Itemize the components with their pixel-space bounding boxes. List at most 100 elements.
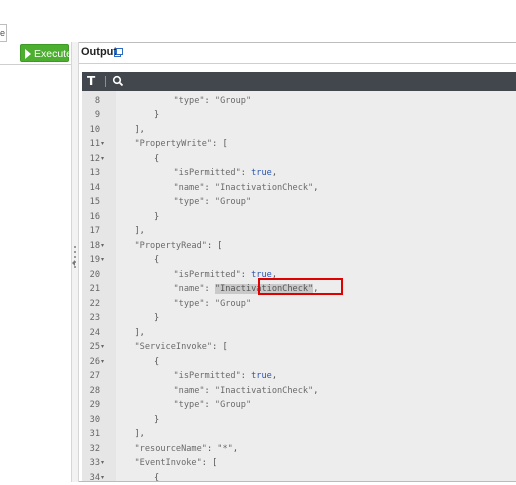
code-token: : <box>205 386 215 396</box>
font-size-icon[interactable]: T <box>87 74 95 88</box>
fold-toggle-icon[interactable]: ▾ <box>101 253 104 268</box>
code-token: "InactivationCheck" <box>215 183 313 193</box>
pane-splitter[interactable] <box>71 42 79 482</box>
line-number: 34 <box>82 471 100 485</box>
fold-toggle-icon[interactable]: ▾ <box>101 340 104 355</box>
code-token: "name" <box>174 284 205 294</box>
popout-icon[interactable] <box>114 48 123 57</box>
line-number: 26 <box>82 355 100 370</box>
code-line: "name": "InactivationCheck", <box>174 181 319 196</box>
execute-button[interactable]: Execute <box>20 44 69 62</box>
code-token: : <box>205 400 215 410</box>
code-token: ], <box>135 429 145 439</box>
fold-toggle-icon[interactable]: ▾ <box>101 471 104 485</box>
code-token: "Group" <box>215 96 251 106</box>
search-icon[interactable] <box>112 75 124 87</box>
code-line: "name": "InactivationCheck", <box>174 384 319 399</box>
code-token: : <box>205 197 215 207</box>
code-line: "type": "Group" <box>174 297 252 312</box>
code-token: } <box>154 415 159 425</box>
code-line: ], <box>135 123 145 138</box>
code-token: } <box>154 212 159 222</box>
code-token: : <box>205 96 215 106</box>
code-token: true <box>251 371 272 381</box>
left-divider <box>0 64 71 65</box>
code-token: } <box>154 110 159 120</box>
code-token: "type" <box>174 197 205 207</box>
code-token: : [ <box>207 241 223 251</box>
code-line: ], <box>135 326 145 341</box>
line-number: 19 <box>82 253 100 268</box>
line-number: 16 <box>82 210 100 225</box>
line-number: 25 <box>82 340 100 355</box>
line-number: 21 <box>82 282 100 297</box>
fold-toggle-icon[interactable]: ▾ <box>101 456 104 471</box>
code-token: , <box>272 168 277 178</box>
fold-toggle-icon[interactable]: ▾ <box>101 239 104 254</box>
code-token: "Group" <box>215 400 251 410</box>
code-token: ], <box>135 328 145 338</box>
code-line: "PropertyRead": [ <box>135 239 223 254</box>
line-number: 32 <box>82 442 100 457</box>
line-number: 10 <box>82 123 100 138</box>
code-token: "isPermitted" <box>174 371 241 381</box>
toolbar-separator <box>105 76 106 87</box>
line-number: 14 <box>82 181 100 196</box>
code-line: ], <box>135 427 145 442</box>
code-token: : <box>241 371 251 381</box>
line-number: 33 <box>82 456 100 471</box>
left-tab[interactable]: e <box>0 24 7 42</box>
code-token: , <box>233 444 238 454</box>
code-token: : <box>241 168 251 178</box>
code-token: : [ <box>212 139 228 149</box>
code-token: "PropertyRead" <box>135 241 207 251</box>
code-token: : [ <box>202 458 218 468</box>
collapse-arrow-icon[interactable] <box>72 260 75 266</box>
code-line: "resourceName": "*", <box>135 442 239 457</box>
code-token: ], <box>135 226 145 236</box>
code-token: { <box>154 357 159 367</box>
code-token: : <box>205 299 215 309</box>
code-token: : <box>207 444 217 454</box>
line-number: 13 <box>82 166 100 181</box>
output-title: Output <box>81 46 117 58</box>
line-number: 28 <box>82 384 100 399</box>
line-number: 31 <box>82 427 100 442</box>
code-token: true <box>251 168 272 178</box>
line-number: 17 <box>82 224 100 239</box>
code-token: : <box>205 183 215 193</box>
code-line: "isPermitted": true, <box>174 166 278 181</box>
code-token: : [ <box>212 342 228 352</box>
code-token: "isPermitted" <box>174 168 241 178</box>
code-token: } <box>154 313 159 323</box>
code-token: { <box>154 154 159 164</box>
code-line: "EventInvoke": [ <box>135 456 218 471</box>
line-number: 23 <box>82 311 100 326</box>
output-header: Output <box>79 42 516 64</box>
line-number: 29 <box>82 398 100 413</box>
code-line: { <box>154 253 159 268</box>
code-token: , <box>313 386 318 396</box>
code-token: : <box>205 284 215 294</box>
code-line: { <box>154 152 159 167</box>
fold-toggle-icon[interactable]: ▾ <box>101 152 104 167</box>
code-token: "Group" <box>215 197 251 207</box>
code-line: } <box>154 108 159 123</box>
code-token: ], <box>135 125 145 135</box>
code-token: "Group" <box>215 299 251 309</box>
line-number: 22 <box>82 297 100 312</box>
code-line: "PropertyWrite": [ <box>135 137 228 152</box>
line-number: 11 <box>82 137 100 152</box>
fold-toggle-icon[interactable]: ▾ <box>101 355 104 370</box>
code-token: "EventInvoke" <box>135 458 202 468</box>
code-token: "resourceName" <box>135 444 207 454</box>
code-token: , <box>272 371 277 381</box>
code-token: : <box>241 270 251 280</box>
line-number: 20 <box>82 268 100 283</box>
code-token: "ServiceInvoke" <box>135 342 213 352</box>
line-number: 18 <box>82 239 100 254</box>
code-token: "type" <box>174 299 205 309</box>
fold-toggle-icon[interactable]: ▾ <box>101 137 104 152</box>
line-number: 24 <box>82 326 100 341</box>
code-line: } <box>154 311 159 326</box>
